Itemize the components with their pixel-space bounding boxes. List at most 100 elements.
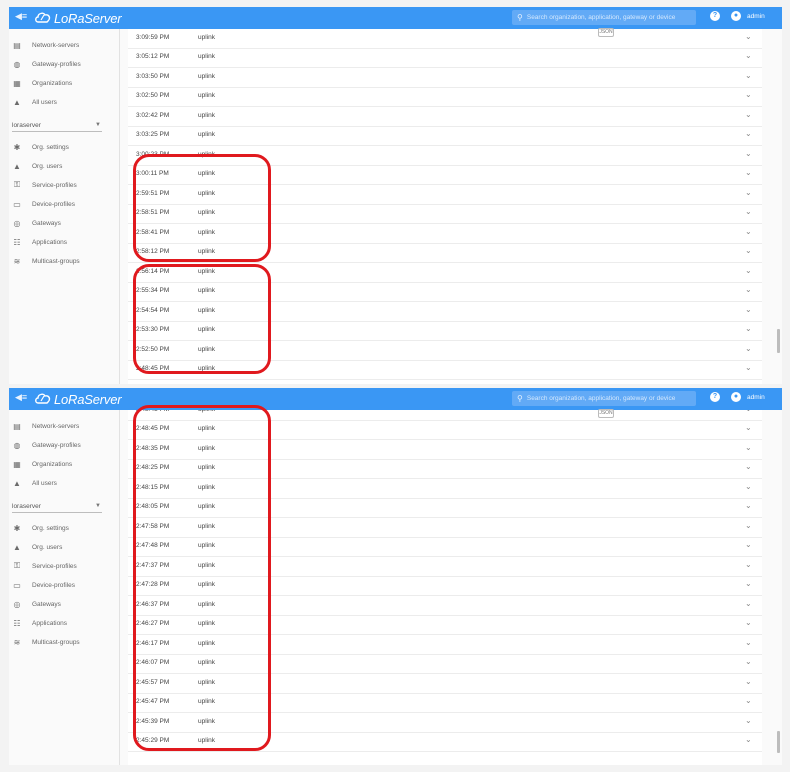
frame-row[interactable]: 2:46:27 PM uplink ⌄: [128, 615, 762, 635]
frame-row[interactable]: 2:47:48 PM uplink ⌄: [128, 537, 762, 557]
search-input[interactable]: [526, 14, 692, 21]
chevron-down-icon[interactable]: ⌄: [745, 207, 752, 216]
chevron-down-icon[interactable]: ⌄: [745, 149, 752, 158]
sidebar-item-service-profiles[interactable]: ⚿ Service-profiles: [9, 558, 119, 574]
chevron-down-icon[interactable]: ⌄: [745, 599, 752, 608]
chevron-down-icon[interactable]: ⌄: [745, 638, 752, 647]
chevron-down-icon[interactable]: ⌄: [745, 501, 752, 510]
sidebar-item-org-users[interactable]: ▲ Org. users: [9, 539, 119, 555]
help-icon[interactable]: ?: [710, 392, 720, 402]
frame-row[interactable]: 2:45:39 PM uplink ⌄: [128, 713, 762, 733]
chevron-down-icon[interactable]: ⌄: [745, 735, 752, 744]
sidebar-item-network-servers[interactable]: ▤ Network-servers: [9, 418, 119, 434]
chevron-down-icon[interactable]: ⌄: [745, 246, 752, 255]
sidebar-item-all-users[interactable]: ▲ All users: [9, 94, 119, 110]
frame-row[interactable]: 2:48:15 PM uplink ⌄: [128, 479, 762, 499]
frame-row[interactable]: 2:48:45 PM uplink ⌄: [128, 420, 762, 440]
logo[interactable]: LoRaServer: [35, 9, 122, 27]
chevron-down-icon[interactable]: ⌄: [745, 71, 752, 80]
frame-row[interactable]: 2:47:28 PM uplink ⌄: [128, 576, 762, 596]
sidebar-item-applications[interactable]: ☷ Applications: [9, 234, 119, 250]
chevron-down-icon[interactable]: ⌄: [745, 482, 752, 491]
sidebar-item-network-servers[interactable]: ▤ Network-servers: [9, 37, 119, 53]
chevron-down-icon[interactable]: ⌄: [745, 618, 752, 627]
chevron-down-icon[interactable]: ⌄: [745, 188, 752, 197]
frame-row[interactable]: 2:48:35 PM uplink ⌄: [128, 440, 762, 460]
chevron-down-icon[interactable]: ⌄: [745, 305, 752, 314]
sidebar-item-org-settings[interactable]: ✱ Org. settings: [9, 139, 119, 155]
chevron-down-icon[interactable]: ⌄: [745, 443, 752, 452]
scrollbar[interactable]: [777, 329, 780, 353]
sidebar-item-multicast-groups[interactable]: ≋ Multicast-groups: [9, 253, 119, 269]
frame-row[interactable]: 2:46:07 PM uplink ⌄: [128, 654, 762, 674]
chevron-down-icon[interactable]: ⌄: [745, 677, 752, 686]
frame-row[interactable]: 3:02:42 PM uplink ⌄: [128, 107, 762, 127]
chevron-down-icon[interactable]: ⌄: [745, 129, 752, 138]
frame-row[interactable]: 2:58:51 PM uplink ⌄: [128, 204, 762, 224]
chevron-down-icon[interactable]: ⌄: [745, 227, 752, 236]
menu-icon[interactable]: ◀≡: [15, 11, 27, 22]
search-box[interactable]: ⚲: [512, 391, 696, 406]
sidebar-item-all-users[interactable]: ▲ All users: [9, 475, 119, 491]
frame-row[interactable]: 2:58:12 PM uplink ⌄: [128, 243, 762, 263]
chevron-down-icon[interactable]: ⌄: [745, 540, 752, 549]
frame-row[interactable]: 3:05:12 PM uplink ⌄: [128, 48, 762, 68]
chevron-down-icon[interactable]: ⌄: [745, 410, 752, 413]
frame-row[interactable]: 3:00:11 PM uplink ⌄: [128, 165, 762, 185]
chevron-down-icon[interactable]: ⌄: [745, 521, 752, 530]
frame-row[interactable]: 3:00:23 PM uplink ⌄: [128, 146, 762, 166]
search-input[interactable]: [526, 395, 692, 402]
frame-row[interactable]: 3:02:50 PM uplink ⌄: [128, 87, 762, 107]
frame-row[interactable]: 2:48:45 PM uplink ⌄: [128, 360, 762, 380]
chevron-down-icon[interactable]: ⌄: [745, 579, 752, 588]
frame-row[interactable]: 2:47:58 PM uplink ⌄: [128, 518, 762, 538]
organization-select[interactable]: loraserver ▼: [12, 500, 102, 513]
account-icon[interactable]: ●: [731, 11, 741, 21]
sidebar-item-gateways[interactable]: ◎ Gateways: [9, 215, 119, 231]
chevron-down-icon[interactable]: ⌄: [745, 344, 752, 353]
frame-row[interactable]: 2:48:45 PM uplink ⌄: [128, 410, 762, 421]
sidebar-item-gateway-profiles[interactable]: ◍ Gateway-profiles: [9, 56, 119, 72]
user-name[interactable]: admin: [747, 13, 765, 20]
chevron-down-icon[interactable]: ⌄: [745, 285, 752, 294]
organization-select[interactable]: loraserver ▼: [12, 119, 102, 132]
account-icon[interactable]: ●: [731, 392, 741, 402]
sidebar-item-gateways[interactable]: ◎ Gateways: [9, 596, 119, 612]
frame-row[interactable]: 2:46:37 PM uplink ⌄: [128, 596, 762, 616]
sidebar-item-applications[interactable]: ☷ Applications: [9, 615, 119, 631]
sidebar-item-organizations[interactable]: ▦ Organizations: [9, 456, 119, 472]
sidebar-item-service-profiles[interactable]: ⚿ Service-profiles: [9, 177, 119, 193]
frame-row[interactable]: 3:03:50 PM uplink ⌄: [128, 68, 762, 88]
chevron-down-icon[interactable]: ⌄: [745, 560, 752, 569]
frame-row[interactable]: 2:53:30 PM uplink ⌄: [128, 321, 762, 341]
frame-row[interactable]: 2:47:37 PM uplink ⌄: [128, 557, 762, 577]
frame-row[interactable]: 2:59:51 PM uplink ⌄: [128, 185, 762, 205]
frame-row[interactable]: 2:48:25 PM uplink ⌄: [128, 459, 762, 479]
chevron-down-icon[interactable]: ⌄: [745, 266, 752, 275]
frame-row[interactable]: 2:54:54 PM uplink ⌄: [128, 302, 762, 322]
frame-row[interactable]: 2:55:34 PM uplink ⌄: [128, 282, 762, 302]
chevron-down-icon[interactable]: ⌄: [745, 462, 752, 471]
sidebar-item-multicast-groups[interactable]: ≋ Multicast-groups: [9, 634, 119, 650]
menu-icon[interactable]: ◀≡: [15, 392, 27, 403]
sidebar-item-device-profiles[interactable]: ▭ Device-profiles: [9, 577, 119, 593]
chevron-down-icon[interactable]: ⌄: [745, 32, 752, 41]
chevron-down-icon[interactable]: ⌄: [745, 168, 752, 177]
chevron-down-icon[interactable]: ⌄: [745, 696, 752, 705]
chevron-down-icon[interactable]: ⌄: [745, 423, 752, 432]
frame-row[interactable]: 3:03:25 PM uplink ⌄: [128, 126, 762, 146]
sidebar-item-device-profiles[interactable]: ▭ Device-profiles: [9, 196, 119, 212]
frame-row[interactable]: 2:58:41 PM uplink ⌄: [128, 224, 762, 244]
frame-row[interactable]: 2:46:17 PM uplink ⌄: [128, 635, 762, 655]
frame-row[interactable]: 2:45:29 PM uplink ⌄: [128, 732, 762, 752]
sidebar-item-org-settings[interactable]: ✱ Org. settings: [9, 520, 119, 536]
user-name[interactable]: admin: [747, 394, 765, 401]
frame-row[interactable]: 2:45:57 PM uplink ⌄: [128, 674, 762, 694]
sidebar-item-organizations[interactable]: ▦ Organizations: [9, 75, 119, 91]
chevron-down-icon[interactable]: ⌄: [745, 51, 752, 60]
frame-row[interactable]: 2:52:50 PM uplink ⌄: [128, 341, 762, 361]
sidebar-item-gateway-profiles[interactable]: ◍ Gateway-profiles: [9, 437, 119, 453]
chevron-down-icon[interactable]: ⌄: [745, 716, 752, 725]
search-box[interactable]: ⚲: [512, 10, 696, 25]
chevron-down-icon[interactable]: ⌄: [745, 90, 752, 99]
